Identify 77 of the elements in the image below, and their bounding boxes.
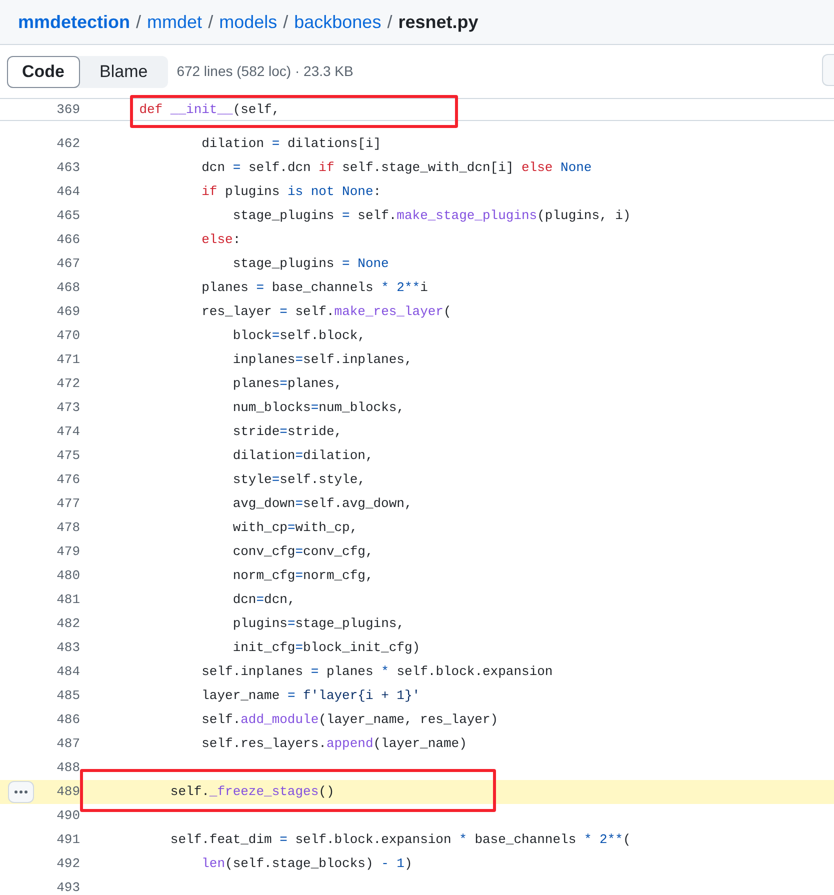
line-number: 468 [56,279,80,298]
line-number: 470 [56,327,80,346]
line-number: 473 [56,399,80,418]
code-line: if plugins is not None: [200,183,382,202]
path-separator: / [136,10,142,34]
path-separator: / [283,10,288,34]
line-number: 471 [56,351,80,370]
line-number: 478 [56,519,80,538]
line-number: 486 [56,711,80,730]
view-tab[interactable]: Blame [80,56,168,88]
view-tab[interactable]: Code [7,56,80,88]
line-number: 469 [56,303,80,322]
code-line: self.inplanes = planes * self.block.expansion [200,663,553,682]
code-line: stage_plugins = None [232,255,389,274]
code-line: res_layer = self.make_res_layer( [200,303,452,322]
line-number: 479 [56,543,80,562]
code-line: norm_cfg=norm_cfg, [232,567,374,586]
line-number: 488 [56,759,80,778]
code-line: planes = base_channels * 2**i [200,279,428,298]
code-line: len(self.stage_blocks) - 1) [200,855,412,874]
code-line: inplanes=self.inplanes, [232,351,412,370]
file-info: 672 lines (582 loc) · 23.3 KB [176,62,354,81]
code-line: self._freeze_stages() [169,783,334,802]
code-line: dilation=dilation, [232,447,374,466]
code-line: dcn = self.dcn if self.stage_with_dcn[i] else None [200,159,592,178]
code-line: stride=stride, [232,423,342,442]
line-number: 484 [56,663,80,682]
folder-link[interactable]: mmdet [147,8,202,36]
path-separator: / [208,10,214,34]
line-number: 493 [56,879,80,895]
code-line: self.feat_dim = self.block.expansion * base_channels * 2**( [169,831,631,850]
code-line: plugins=stage_plugins, [232,615,404,634]
code-line: def __init__(self, [138,100,280,119]
code-line: stage_plugins = self.make_stage_plugins(plugins, i) [232,207,631,226]
repo-link[interactable]: mmdetection [18,8,130,36]
code-line: style=self.style, [232,471,366,490]
path-separator: / [387,10,392,34]
line-number: 477 [56,495,80,514]
line-number: 492 [56,855,80,874]
code-line: conv_cfg=conv_cfg, [232,543,374,562]
line-number: 483 [56,639,80,658]
line-number: 491 [56,831,80,850]
line-number: 480 [56,567,80,586]
line-number: 482 [56,615,80,634]
line-number: 369 [56,100,80,119]
code-line: else: [200,231,241,250]
code-line: with_cp=with_cp, [232,519,358,538]
line-number: 472 [56,375,80,394]
code-line: planes=planes, [232,375,342,394]
line-number: 476 [56,471,80,490]
code-line: self.res_layers.append(layer_name) [200,735,467,754]
line-number: 475 [56,447,80,466]
file-name: resnet.py [398,10,478,34]
line-number: 487 [56,735,80,754]
code-line: dilation = dilations[i] [200,135,382,154]
more-icon [14,790,28,794]
more-button[interactable] [8,781,34,803]
code-line: block=self.block, [232,327,366,346]
line-number: 463 [56,159,80,178]
code-line: init_cfg=block_init_cfg) [232,639,420,658]
folder-link[interactable]: backbones [294,8,382,36]
line-number: 467 [56,255,80,274]
code-line: layer_name = f'layer{i + 1}' [200,687,420,706]
line-number: 474 [56,423,80,442]
code-line: avg_down=self.avg_down, [232,495,412,514]
line-number: 465 [56,207,80,226]
line-number: 490 [56,807,80,826]
line-number: 466 [56,231,80,250]
line-number: 481 [56,591,80,610]
code-line: dcn=dcn, [232,591,296,610]
code-line: self.add_module(layer_name, res_layer) [200,711,498,730]
line-number: 485 [56,687,80,706]
folder-link[interactable]: models [219,8,278,36]
line-number: 464 [56,183,80,202]
line-number: 462 [56,135,80,154]
line-number: 489 [56,783,80,802]
code-line: num_blocks=num_blocks, [232,399,404,418]
